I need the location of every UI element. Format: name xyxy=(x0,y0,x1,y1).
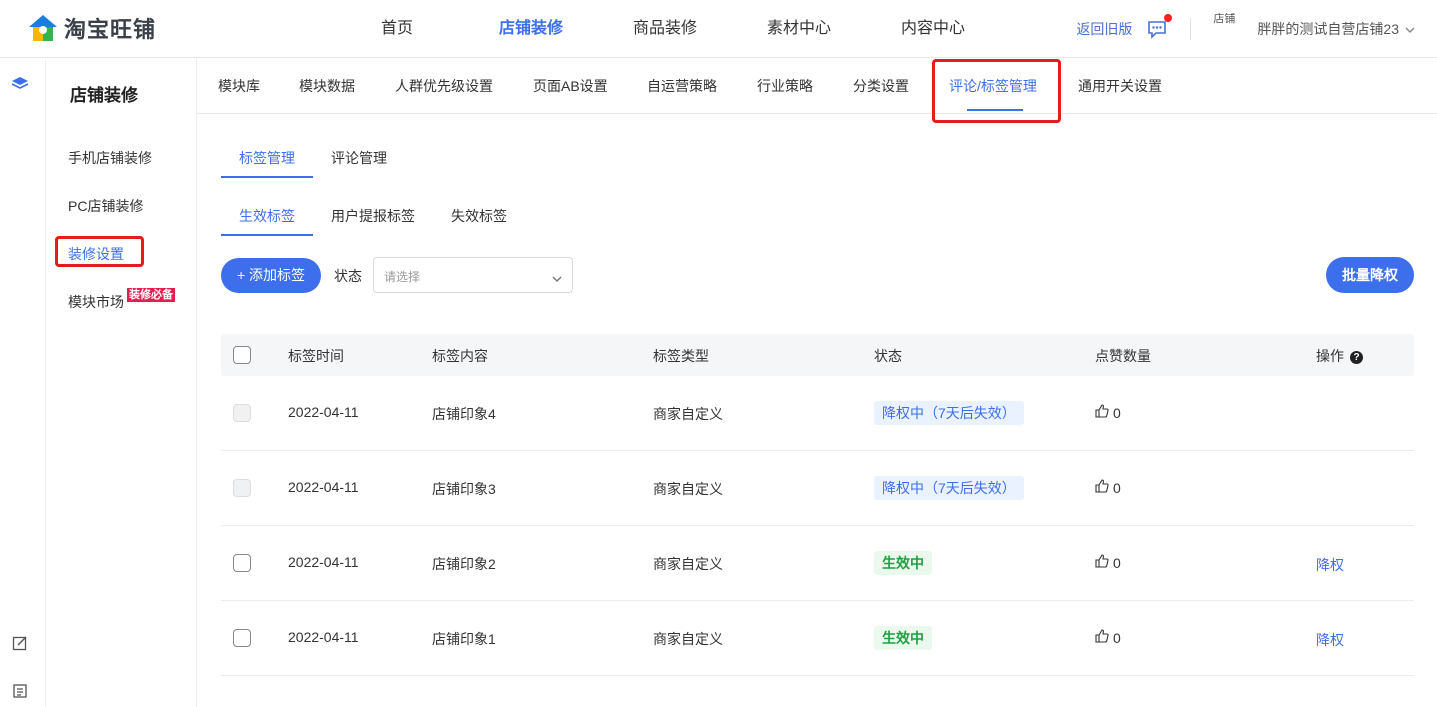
tag-type: 商家自定义 xyxy=(653,406,723,422)
likes-count: 0 xyxy=(1095,479,1121,496)
chevron-down-icon xyxy=(552,270,562,286)
select-all-checkbox[interactable] xyxy=(233,346,251,364)
recommend-badge: 装修必备 xyxy=(127,288,175,302)
document-icon[interactable] xyxy=(12,683,28,702)
shop-name[interactable]: 胖胖的测试自营店铺23 xyxy=(1257,19,1399,39)
message-icon[interactable] xyxy=(1146,14,1173,40)
subnav-industry-strategy[interactable]: 行业策略 xyxy=(757,59,813,114)
status-badge: 降权中（7天后失效） xyxy=(874,401,1024,425)
row-checkbox[interactable] xyxy=(233,629,251,647)
likes-count: 0 xyxy=(1095,554,1121,571)
status-badge: 生效中 xyxy=(874,626,932,650)
tag-time: 2022-04-11 xyxy=(288,404,359,420)
tag-content: 店铺印象2 xyxy=(432,556,496,572)
status-filter-label: 状态 xyxy=(334,268,362,284)
status-badge: 降权中（7天后失效） xyxy=(874,476,1024,500)
likes-value: 0 xyxy=(1113,479,1121,496)
column-header-operation: 操作? xyxy=(1316,346,1363,366)
tag-type: 商家自定义 xyxy=(653,631,723,647)
downgrade-link[interactable]: 降权 xyxy=(1316,555,1344,575)
tag-content: 店铺印象3 xyxy=(432,481,496,497)
column-header: 状态 xyxy=(874,348,902,364)
likes-value: 0 xyxy=(1113,554,1121,571)
tag-type: 商家自定义 xyxy=(653,556,723,572)
sidebar-item-module-market[interactable]: 模块市场 xyxy=(68,292,124,312)
logo[interactable]: 淘宝旺铺 xyxy=(28,12,156,44)
tab-user-reported-tags[interactable]: 用户提报标签 xyxy=(325,196,421,236)
highlight-box xyxy=(932,59,1061,123)
tag-content: 店铺印象4 xyxy=(432,406,496,422)
tab-tag-management[interactable]: 标签管理 xyxy=(221,138,313,178)
subnav-general-switch[interactable]: 通用开关设置 xyxy=(1078,59,1162,114)
sidebar-item-mobile-decor[interactable]: 手机店铺装修 xyxy=(68,148,152,168)
likes-value: 0 xyxy=(1113,404,1121,421)
row-checkbox[interactable] xyxy=(233,404,251,422)
subnav-self-operation[interactable]: 自运营策略 xyxy=(647,59,717,114)
top-header: 淘宝旺铺 首页 店铺装修 商品装修 素材中心 内容中心 返回旧版 店铺 胖胖的测… xyxy=(0,0,1437,58)
table-header: 标签时间 标签内容 标签类型 状态 点赞数量 操作? xyxy=(221,334,1414,376)
row-checkbox[interactable] xyxy=(233,554,251,572)
column-header: 标签类型 xyxy=(653,348,709,364)
sidebar-item-pc-decor[interactable]: PC店铺装修 xyxy=(68,196,143,216)
add-tag-button[interactable]: + 添加标签 xyxy=(221,258,321,293)
status-select[interactable]: 请选择 xyxy=(373,257,573,293)
back-old-version-link[interactable]: 返回旧版 xyxy=(1076,19,1132,39)
status-badge: 生效中 xyxy=(874,551,932,575)
thumbs-up-icon xyxy=(1095,404,1109,421)
tab-expired-tags[interactable]: 失效标签 xyxy=(445,196,513,236)
edit-icon[interactable] xyxy=(12,635,28,654)
avatar-alt-text: 店铺 xyxy=(1213,13,1236,25)
topnav-item-material-center[interactable]: 素材中心 xyxy=(732,0,866,58)
subnav-page-ab[interactable]: 页面AB设置 xyxy=(533,59,608,114)
layers-icon[interactable] xyxy=(11,76,29,95)
sidebar-title: 店铺装修 xyxy=(70,86,138,105)
batch-downgrade-button[interactable]: 批量降权 xyxy=(1326,257,1414,293)
topnav-item-content-center[interactable]: 内容中心 xyxy=(866,0,1000,58)
likes-count: 0 xyxy=(1095,404,1121,421)
avatar[interactable]: 店铺 xyxy=(1213,13,1245,45)
topnav-item-product-decor[interactable]: 商品装修 xyxy=(598,0,732,58)
thumbs-up-icon xyxy=(1095,629,1109,646)
thumbs-up-icon xyxy=(1095,479,1109,496)
tag-content: 店铺印象1 xyxy=(432,631,496,647)
highlight-box xyxy=(55,236,144,267)
subnav-category-settings[interactable]: 分类设置 xyxy=(853,59,909,114)
sidebar-nav: 店铺装修 手机店铺装修 PC店铺装修 装修设置 模块市场 装修必备 xyxy=(46,59,197,707)
top-nav: 首页 店铺装修 商品装修 素材中心 内容中心 xyxy=(330,0,1000,58)
sub-nav: 模块库 模块数据 人群优先级设置 页面AB设置 自运营策略 行业策略 分类设置 … xyxy=(197,59,1437,123)
table-row: 2022-04-11 店铺印象1 商家自定义 生效中 0 降权 xyxy=(221,601,1414,676)
tab-review-management[interactable]: 评论管理 xyxy=(325,138,393,178)
icon-sidebar xyxy=(0,59,46,707)
thumbs-up-icon xyxy=(1095,554,1109,571)
top-right-area: 返回旧版 店铺 胖胖的测试自营店铺23 xyxy=(1076,0,1415,58)
help-icon[interactable]: ? xyxy=(1350,351,1363,364)
table-row: 2022-04-11 店铺印象3 商家自定义 降权中（7天后失效） 0 xyxy=(221,451,1414,526)
column-header: 标签内容 xyxy=(432,348,488,364)
row-checkbox[interactable] xyxy=(233,479,251,497)
subnav-crowd-priority[interactable]: 人群优先级设置 xyxy=(395,59,493,114)
subnav-module-library[interactable]: 模块库 xyxy=(218,59,260,114)
topnav-item-shop-decor[interactable]: 店铺装修 xyxy=(464,0,598,58)
tab-active-tags[interactable]: 生效标签 xyxy=(221,196,313,236)
logo-icon xyxy=(28,13,58,43)
column-header-label: 操作 xyxy=(1316,348,1344,364)
tag-time: 2022-04-11 xyxy=(288,479,359,495)
logo-text: 淘宝旺铺 xyxy=(64,17,157,42)
tag-type: 商家自定义 xyxy=(653,481,723,497)
divider xyxy=(1190,18,1192,40)
likes-value: 0 xyxy=(1113,629,1121,646)
tag-time: 2022-04-11 xyxy=(288,629,359,645)
table-row: 2022-04-11 店铺印象2 商家自定义 生效中 0 降权 xyxy=(221,526,1414,601)
table-row: 2022-04-11 店铺印象4 商家自定义 降权中（7天后失效） 0 xyxy=(221,376,1414,451)
subnav-module-data[interactable]: 模块数据 xyxy=(299,59,355,114)
column-header: 点赞数量 xyxy=(1095,348,1151,364)
status-select-placeholder: 请选择 xyxy=(384,270,421,284)
chevron-down-icon[interactable] xyxy=(1405,21,1415,37)
tag-time: 2022-04-11 xyxy=(288,554,359,570)
downgrade-link[interactable]: 降权 xyxy=(1316,630,1344,650)
notification-dot xyxy=(1164,14,1173,22)
topnav-item-home[interactable]: 首页 xyxy=(330,0,464,58)
column-header: 标签时间 xyxy=(288,348,344,364)
likes-count: 0 xyxy=(1095,629,1121,646)
